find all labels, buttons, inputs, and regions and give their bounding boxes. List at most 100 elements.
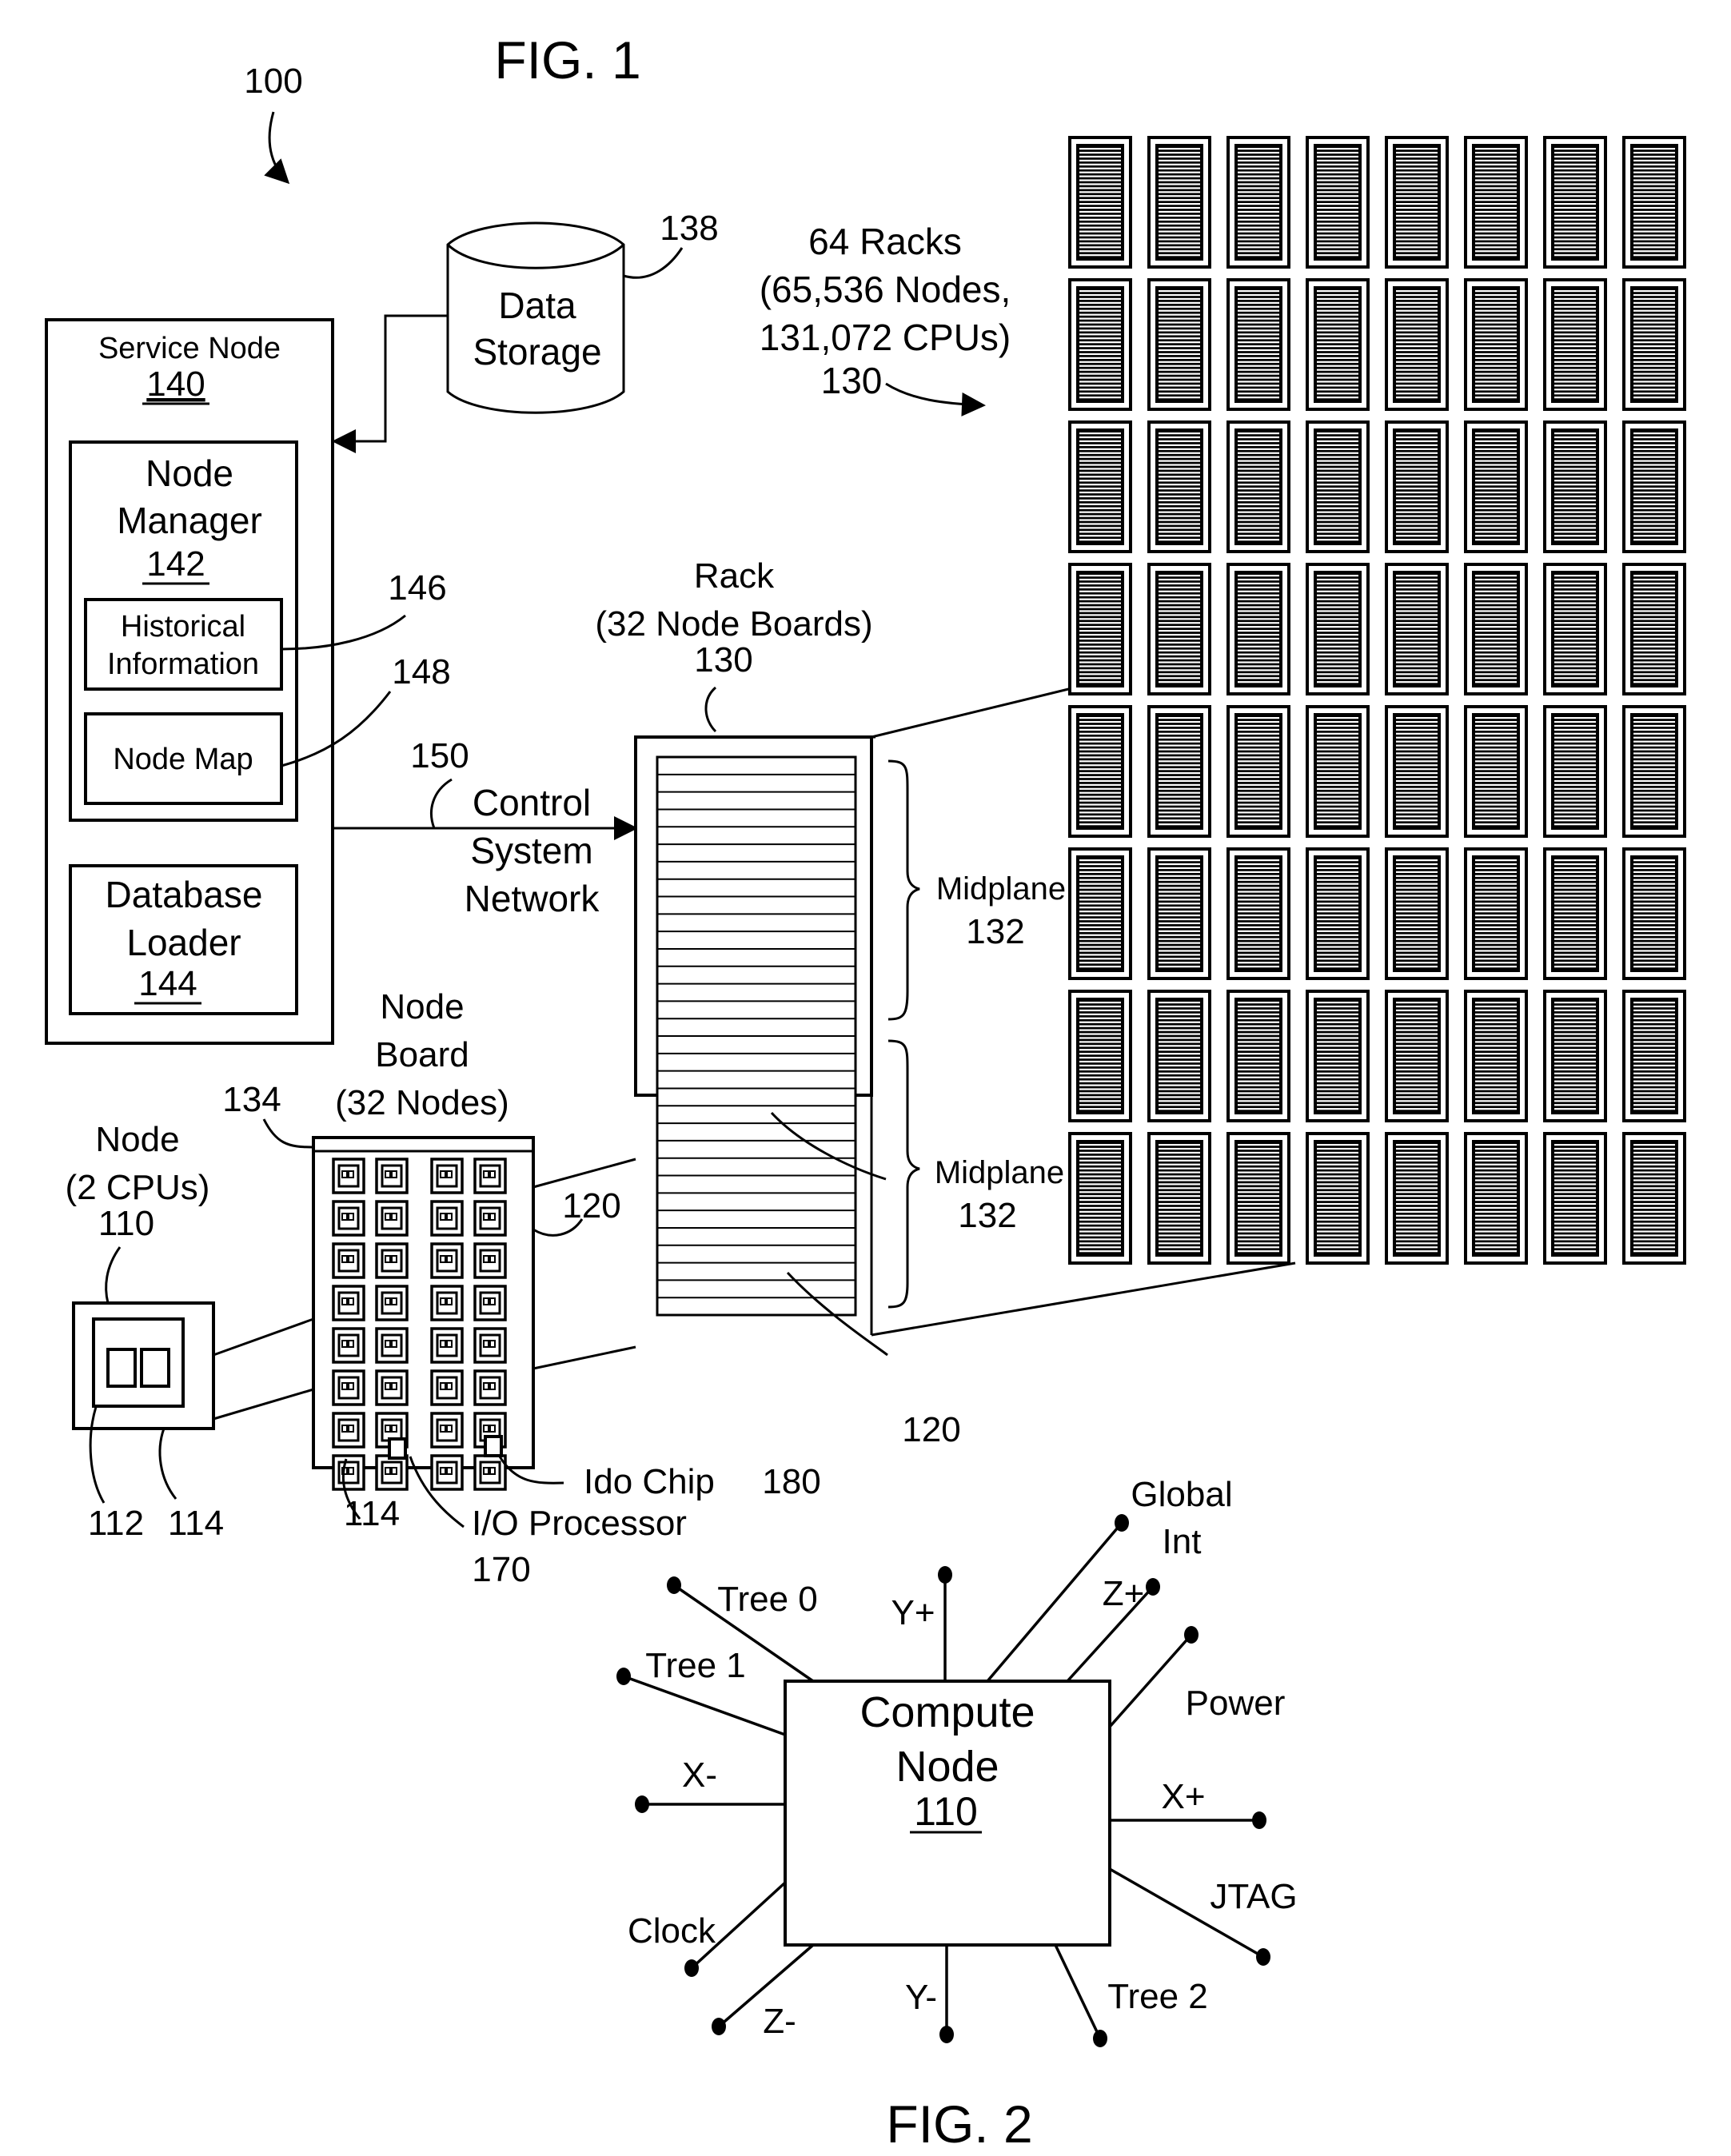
rack-unit[interactable] <box>1306 705 1370 838</box>
node-board-chip[interactable] <box>375 1454 409 1491</box>
rack-unit[interactable] <box>1068 420 1132 553</box>
rack-unit[interactable] <box>1385 847 1449 980</box>
rack-unit[interactable] <box>1543 136 1607 269</box>
io-processor-chip[interactable] <box>388 1437 407 1460</box>
ido-chip[interactable] <box>484 1435 503 1457</box>
rack-unit[interactable] <box>1226 563 1290 695</box>
rack-unit[interactable] <box>1147 1132 1211 1265</box>
node-board-chip[interactable] <box>430 1327 464 1364</box>
node-board-chip[interactable] <box>375 1158 409 1194</box>
rack-unit[interactable] <box>1464 420 1528 553</box>
rack-unit[interactable] <box>1226 705 1290 838</box>
rack-unit[interactable] <box>1068 278 1132 411</box>
rack-unit[interactable] <box>1622 990 1686 1122</box>
rack-unit[interactable] <box>1147 705 1211 838</box>
connection-terminal-dot[interactable] <box>1093 2030 1107 2047</box>
rack-unit[interactable] <box>1068 705 1132 838</box>
rack-unit[interactable] <box>1306 847 1370 980</box>
rack-unit[interactable] <box>1543 847 1607 980</box>
connection-terminal-dot[interactable] <box>667 1576 681 1594</box>
connection-terminal-dot[interactable] <box>939 2026 954 2043</box>
connection-terminal-dot[interactable] <box>1115 1514 1129 1532</box>
rack-unit[interactable] <box>1543 1132 1607 1265</box>
node-board-chip[interactable] <box>430 1454 464 1491</box>
rack-unit[interactable] <box>1147 847 1211 980</box>
connection-terminal-dot[interactable] <box>1252 1811 1266 1829</box>
node-board-chip[interactable] <box>473 1454 507 1491</box>
rack-unit[interactable] <box>1068 563 1132 695</box>
connection-terminal-dot[interactable] <box>712 2018 726 2035</box>
rack-unit[interactable] <box>1385 278 1449 411</box>
rack-unit[interactable] <box>1068 1132 1132 1265</box>
node-board-chip[interactable] <box>430 1412 464 1449</box>
rack-unit[interactable] <box>1543 278 1607 411</box>
rack-unit[interactable] <box>1226 847 1290 980</box>
rack-unit[interactable] <box>1622 847 1686 980</box>
rack-unit[interactable] <box>1147 136 1211 269</box>
rack-unit[interactable] <box>1147 420 1211 553</box>
node-board-chip[interactable] <box>332 1412 365 1449</box>
rack-unit[interactable] <box>1385 990 1449 1122</box>
node-board-chip[interactable] <box>332 1242 365 1279</box>
rack-unit[interactable] <box>1543 990 1607 1122</box>
rack-unit[interactable] <box>1622 705 1686 838</box>
rack-unit[interactable] <box>1068 847 1132 980</box>
rack-unit[interactable] <box>1464 136 1528 269</box>
node-board-chip[interactable] <box>332 1200 365 1237</box>
node-board-chip[interactable] <box>332 1158 365 1194</box>
rack-unit[interactable] <box>1226 1132 1290 1265</box>
rack-unit[interactable] <box>1306 136 1370 269</box>
node-board-chip[interactable] <box>375 1285 409 1321</box>
rack-unit[interactable] <box>1385 705 1449 838</box>
rack-unit[interactable] <box>1464 847 1528 980</box>
node-board-chip[interactable] <box>430 1369 464 1406</box>
rack-unit[interactable] <box>1543 705 1607 838</box>
rack-unit[interactable] <box>1306 563 1370 695</box>
connection-terminal-dot[interactable] <box>1256 1948 1270 1966</box>
node-board-chip[interactable] <box>430 1285 464 1321</box>
rack-unit[interactable] <box>1226 990 1290 1122</box>
rack-unit[interactable] <box>1226 278 1290 411</box>
node-board-chip[interactable] <box>375 1242 409 1279</box>
rack-unit[interactable] <box>1464 990 1528 1122</box>
node-board-chip[interactable] <box>430 1200 464 1237</box>
rack-unit[interactable] <box>1385 563 1449 695</box>
rack-unit[interactable] <box>1306 1132 1370 1265</box>
rack-unit[interactable] <box>1385 136 1449 269</box>
rack-unit[interactable] <box>1306 420 1370 553</box>
rack-unit[interactable] <box>1622 1132 1686 1265</box>
node-board-chip[interactable] <box>473 1327 507 1364</box>
node-board-chip[interactable] <box>332 1454 365 1491</box>
connection-terminal-dot[interactable] <box>635 1795 649 1813</box>
connection-terminal-dot[interactable] <box>684 1959 699 1977</box>
rack-unit[interactable] <box>1385 1132 1449 1265</box>
node-board-chip[interactable] <box>473 1242 507 1279</box>
connection-terminal-dot[interactable] <box>616 1668 631 1685</box>
rack-unit[interactable] <box>1226 420 1290 553</box>
node-board-chip[interactable] <box>430 1242 464 1279</box>
connection-terminal-dot[interactable] <box>1184 1626 1199 1644</box>
node-board-chip[interactable] <box>375 1369 409 1406</box>
node-board-chip[interactable] <box>332 1369 365 1406</box>
rack-unit[interactable] <box>1464 705 1528 838</box>
node-board-chip[interactable] <box>332 1285 365 1321</box>
node-board-chip[interactable] <box>375 1200 409 1237</box>
node-board-chip[interactable] <box>473 1158 507 1194</box>
rack-unit[interactable] <box>1147 563 1211 695</box>
connection-terminal-dot[interactable] <box>1146 1578 1160 1596</box>
rack-unit[interactable] <box>1622 563 1686 695</box>
rack-unit[interactable] <box>1622 136 1686 269</box>
node-board-chip[interactable] <box>332 1327 365 1364</box>
rack-unit[interactable] <box>1543 563 1607 695</box>
rack-unit[interactable] <box>1622 278 1686 411</box>
node-board-chip[interactable] <box>473 1369 507 1406</box>
rack-unit[interactable] <box>1068 990 1132 1122</box>
rack-unit[interactable] <box>1464 563 1528 695</box>
rack-unit[interactable] <box>1068 136 1132 269</box>
rack-unit[interactable] <box>1543 420 1607 553</box>
rack-unit[interactable] <box>1306 990 1370 1122</box>
rack-unit[interactable] <box>1464 278 1528 411</box>
connection-terminal-dot[interactable] <box>938 1566 952 1584</box>
rack-unit[interactable] <box>1306 278 1370 411</box>
rack-unit[interactable] <box>1147 278 1211 411</box>
